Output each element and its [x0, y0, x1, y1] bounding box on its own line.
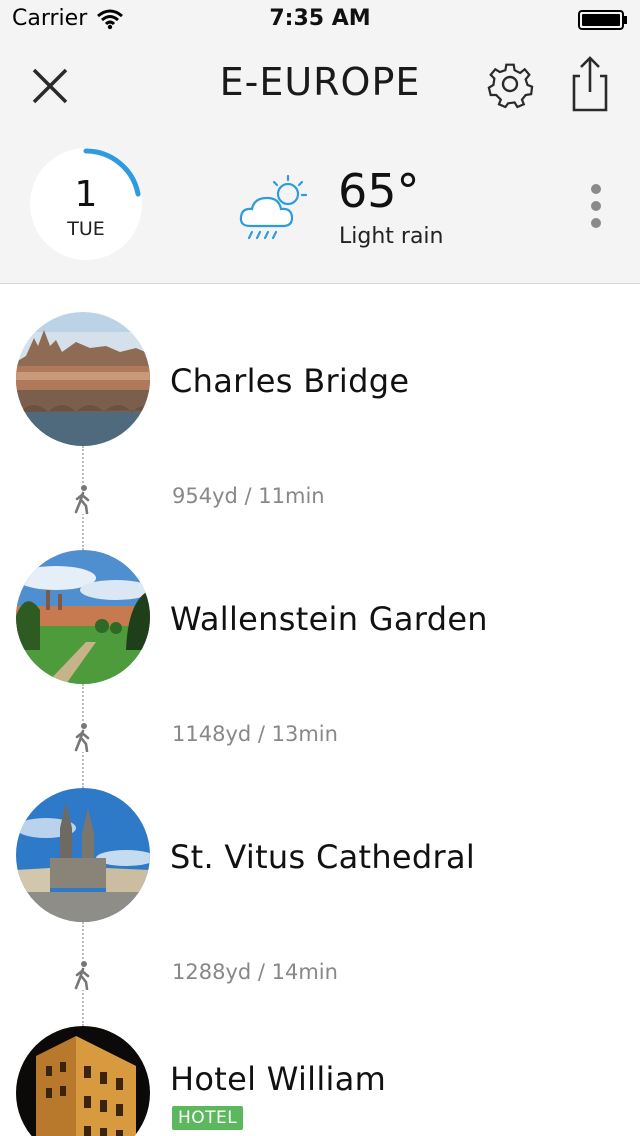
gear-icon[interactable]: [484, 58, 536, 110]
day-weather-header: 1 TUE 65° Light rain: [0, 132, 640, 284]
place-item-wallenstein-garden[interactable]: Wallenstein Garden: [0, 550, 640, 684]
st-vitus-cathedral-photo: [16, 788, 150, 922]
place-item-charles-bridge[interactable]: Charles Bridge: [0, 312, 640, 446]
trip-title: E-EUROPE: [219, 60, 421, 104]
walking-icon: [72, 484, 94, 514]
more-dot: [591, 201, 601, 211]
leg-distance-time: 1288yd / 14min: [172, 960, 338, 984]
hotel-badge: HOTEL: [172, 1106, 244, 1130]
place-name: Hotel William: [170, 1060, 387, 1098]
more-options-icon[interactable]: [580, 180, 612, 232]
battery-full-icon: [578, 10, 627, 30]
share-icon[interactable]: [566, 54, 614, 114]
route-leg[interactable]: 954yd / 11min: [0, 478, 640, 518]
route-leg[interactable]: 1288yd / 14min: [0, 954, 640, 994]
leg-distance-time: 1148yd / 13min: [172, 722, 338, 746]
place-name: Wallenstein Garden: [170, 600, 488, 638]
place-item-st-vitus-cathedral[interactable]: St. Vitus Cathedral: [0, 788, 640, 922]
place-name: Charles Bridge: [170, 362, 410, 400]
day-number: 1: [74, 174, 98, 215]
partly-cloudy-rain-icon: [239, 174, 308, 240]
day-selector[interactable]: 1 TUE: [30, 148, 142, 260]
walking-icon: [72, 960, 94, 990]
temperature: 65°: [338, 164, 420, 218]
charles-bridge-photo: [16, 312, 150, 446]
walking-icon: [72, 722, 94, 752]
route-leg[interactable]: 1148yd / 13min: [0, 716, 640, 756]
day-weekday: TUE: [67, 218, 105, 240]
status-bar: Carrier 7:35 AM: [0, 0, 640, 40]
place-item-hotel-william[interactable]: Hotel William HOTEL: [0, 1026, 640, 1136]
weather-condition: Light rain: [339, 224, 444, 249]
hotel-william-photo: [16, 1026, 150, 1136]
more-dot: [591, 218, 601, 228]
status-time: 7:35 AM: [269, 6, 371, 31]
wallenstein-garden-photo: [16, 550, 150, 684]
nav-bar: E-EUROPE: [0, 40, 640, 132]
place-name: St. Vitus Cathedral: [170, 838, 476, 876]
more-dot: [591, 184, 601, 194]
leg-distance-time: 954yd / 11min: [172, 484, 325, 508]
